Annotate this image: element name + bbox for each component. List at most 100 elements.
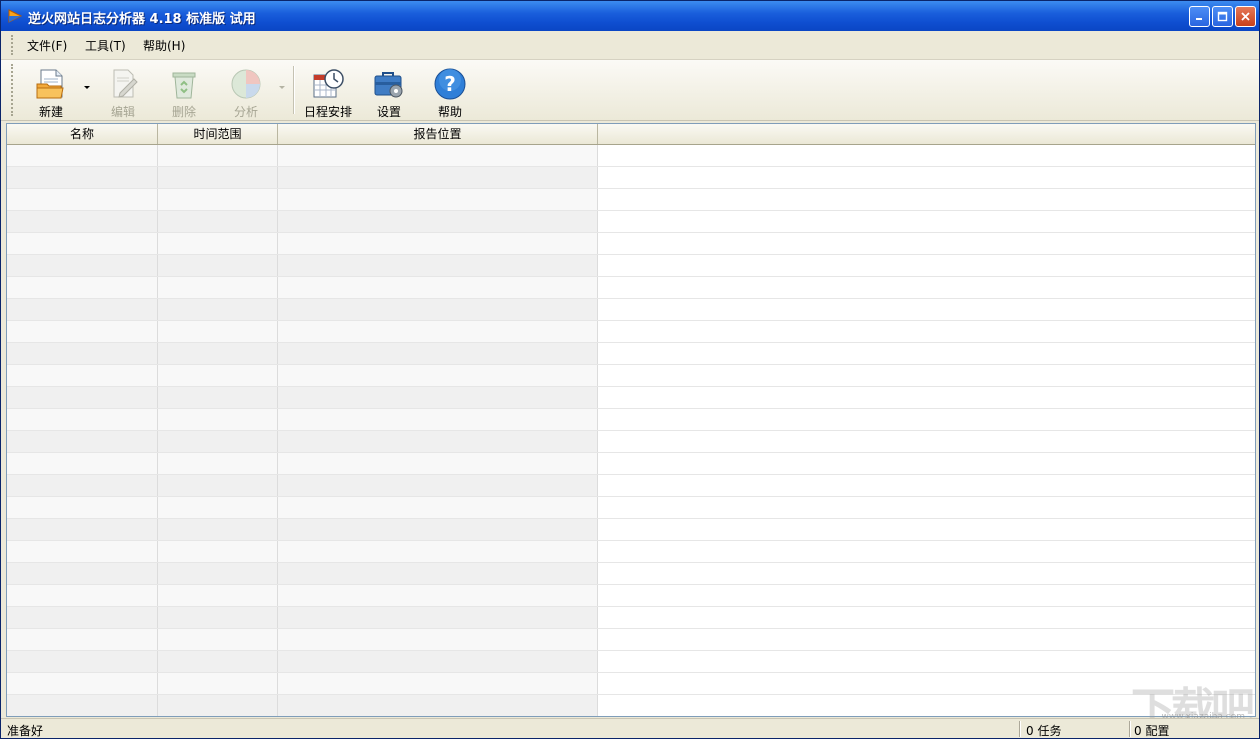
status-separator: [1129, 721, 1131, 737]
table-row[interactable]: [7, 519, 1255, 541]
table-cell: [158, 695, 278, 716]
column-header-time-range[interactable]: 时间范围: [158, 124, 278, 144]
table-cell: [278, 409, 598, 430]
close-button[interactable]: [1235, 6, 1256, 27]
table-row[interactable]: [7, 277, 1255, 299]
new-button[interactable]: 新建: [21, 65, 81, 119]
table-row[interactable]: [7, 607, 1255, 629]
table-cell: [158, 277, 278, 298]
table-cell: [158, 475, 278, 496]
table-row[interactable]: [7, 145, 1255, 167]
table-cell: [7, 299, 158, 320]
table-cell: [158, 453, 278, 474]
table-cell: [7, 497, 158, 518]
table-cell: [158, 629, 278, 650]
analyze-button[interactable]: 分析: [216, 65, 276, 119]
table-cell: [158, 365, 278, 386]
table-cell: [278, 299, 598, 320]
table-cell: [7, 629, 158, 650]
table-row[interactable]: [7, 299, 1255, 321]
table-cell: [158, 211, 278, 232]
table-cell: [278, 563, 598, 584]
edit-button[interactable]: 编辑: [93, 65, 153, 119]
table-cell: [7, 563, 158, 584]
table-row[interactable]: [7, 695, 1255, 716]
table-row[interactable]: [7, 673, 1255, 695]
table-row[interactable]: [7, 431, 1255, 453]
table-row[interactable]: [7, 409, 1255, 431]
minimize-button[interactable]: [1189, 6, 1210, 27]
table-cell: [158, 299, 278, 320]
table-row[interactable]: [7, 563, 1255, 585]
table-row[interactable]: [7, 321, 1255, 343]
table-cell: [278, 651, 598, 672]
status-configs-count: 0 配置: [1134, 724, 1170, 738]
menu-file[interactable]: 文件(F): [27, 37, 67, 54]
task-list-view[interactable]: 名称 时间范围 报告位置: [6, 123, 1256, 717]
table-cell: [158, 519, 278, 540]
help-label: 帮助: [437, 105, 462, 119]
table-cell: [278, 607, 598, 628]
table-cell: [7, 585, 158, 606]
table-cell: [7, 321, 158, 342]
delete-button[interactable]: 删除: [154, 65, 214, 119]
table-row[interactable]: [7, 211, 1255, 233]
menu-help[interactable]: 帮助(H): [143, 37, 185, 54]
table-row[interactable]: [7, 497, 1255, 519]
table-row[interactable]: [7, 541, 1255, 563]
table-row[interactable]: [7, 387, 1255, 409]
toolbox-gear-icon: [374, 72, 403, 98]
table-cell: [278, 365, 598, 386]
table-cell: [7, 673, 158, 694]
table-cell: [7, 695, 158, 716]
table-cell: [158, 321, 278, 342]
table-cell: [158, 585, 278, 606]
schedule-button[interactable]: 日程安排: [298, 65, 358, 119]
settings-button[interactable]: 设置: [359, 65, 419, 119]
column-header-name[interactable]: 名称: [7, 124, 158, 144]
table-cell: [278, 255, 598, 276]
table-row[interactable]: [7, 167, 1255, 189]
table-cell: [7, 519, 158, 540]
table-cell: [158, 343, 278, 364]
settings-label: 设置: [376, 105, 401, 119]
table-cell: [7, 211, 158, 232]
table-row[interactable]: [7, 629, 1255, 651]
table-cell: [7, 233, 158, 254]
table-cell: [7, 145, 158, 166]
table-cell: [158, 563, 278, 584]
table-cell: [278, 387, 598, 408]
table-cell: [278, 629, 598, 650]
window-title: 逆火网站日志分析器 4.18 标准版 试用: [28, 12, 256, 27]
new-document-icon: [36, 69, 64, 99]
table-row[interactable]: [7, 343, 1255, 365]
table-row[interactable]: [7, 651, 1255, 673]
table-row[interactable]: [7, 475, 1255, 497]
new-label: 新建: [38, 105, 63, 119]
table-cell: [7, 167, 158, 188]
analyze-dropdown-arrow[interactable]: [279, 86, 285, 89]
table-row[interactable]: [7, 453, 1255, 475]
maximize-button[interactable]: [1212, 6, 1233, 27]
column-header-report-location[interactable]: 报告位置: [278, 124, 598, 144]
table-cell: [278, 585, 598, 606]
table-row[interactable]: [7, 189, 1255, 211]
table-cell: [158, 233, 278, 254]
table-cell: [278, 519, 598, 540]
table-row[interactable]: [7, 365, 1255, 387]
menubar-grip[interactable]: [11, 35, 15, 55]
new-dropdown-arrow[interactable]: [84, 86, 90, 89]
title-bar[interactable]: 逆火网站日志分析器 4.18 标准版 试用: [1, 1, 1259, 31]
table-cell: [7, 255, 158, 276]
toolbar-grip[interactable]: [11, 64, 15, 116]
table-row[interactable]: [7, 585, 1255, 607]
app-icon: [8, 9, 23, 23]
table-row[interactable]: [7, 255, 1255, 277]
table-cell: [7, 365, 158, 386]
menu-tools[interactable]: 工具(T): [85, 37, 126, 54]
table-cell: [158, 541, 278, 562]
table-row[interactable]: [7, 233, 1255, 255]
help-button[interactable]: ? 帮助: [420, 65, 480, 119]
table-cell: [278, 211, 598, 232]
edit-label: 编辑: [110, 105, 135, 119]
